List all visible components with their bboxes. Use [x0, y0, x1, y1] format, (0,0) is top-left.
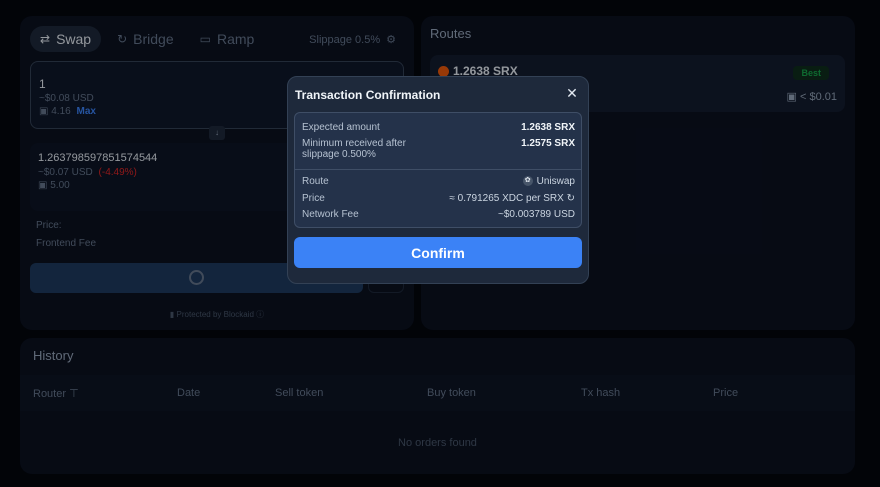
- network-fee-label: Network Fee: [302, 209, 359, 220]
- minimum-received-label-line2: slippage 0.500%: [302, 149, 376, 160]
- expected-amount-value: 1.2638 SRX: [521, 122, 575, 133]
- route-label: Route: [302, 176, 329, 187]
- refresh-icon[interactable]: ↻: [567, 193, 575, 204]
- minimum-received-value: 1.2575 SRX: [521, 138, 575, 149]
- minimum-received-label: Minimum received after slippage 0.500%: [302, 138, 406, 160]
- details-divider: [295, 169, 581, 170]
- price-row-label: Price: [302, 193, 325, 204]
- uniswap-logo-icon: ✿: [522, 176, 533, 187]
- minimum-received-label-line1: Minimum received after: [302, 138, 406, 149]
- expected-amount-label: Expected amount: [302, 122, 380, 133]
- network-fee-value: ~$0.003789 USD: [497, 209, 575, 220]
- minimum-received-row: Minimum received after slippage 0.500% 1…: [302, 138, 575, 160]
- close-icon: ✕: [566, 85, 578, 101]
- route-value-text: Uniswap: [536, 176, 575, 187]
- price-row-value-text: ≈ 0.791265 XDC per SRX: [449, 193, 564, 204]
- close-button[interactable]: ✕: [564, 85, 580, 101]
- app-page: ⇄ Swap ↻ Bridge ▭ Ramp Slippage 0.5% ⚙ 1…: [0, 0, 880, 487]
- confirm-button[interactable]: Confirm: [294, 237, 582, 268]
- modal-title: Transaction Confirmation: [295, 88, 441, 102]
- route-value: ✿ Uniswap: [522, 176, 575, 187]
- price-row-value: ≈ 0.791265 XDC per SRX ↻: [449, 193, 575, 204]
- transaction-confirmation-modal: Transaction Confirmation ✕ Expected amou…: [287, 76, 589, 284]
- transaction-details: Expected amount 1.2638 SRX Minimum recei…: [294, 112, 582, 228]
